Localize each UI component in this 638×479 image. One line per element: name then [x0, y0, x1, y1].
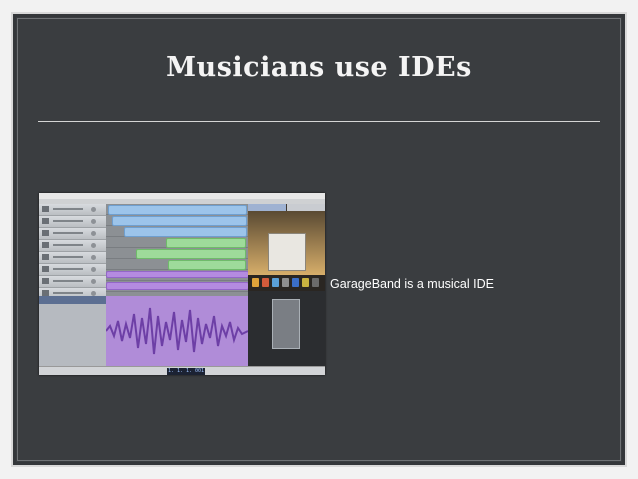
track-header	[39, 228, 106, 240]
track-headers	[39, 204, 106, 300]
amplifier-icon	[268, 233, 306, 271]
effects-rack	[248, 291, 325, 366]
instrument-icon	[42, 278, 49, 284]
panel-tab	[248, 204, 286, 211]
track-header	[39, 252, 106, 264]
track-header	[39, 216, 106, 228]
editor-controls	[39, 296, 106, 366]
track-header	[39, 264, 106, 276]
waveform-display	[105, 296, 249, 366]
track-editor	[39, 296, 249, 366]
audio-region	[108, 205, 247, 215]
instrument-icon	[42, 242, 49, 248]
audio-region	[106, 271, 249, 278]
title-divider	[38, 121, 600, 122]
lcd-display: 1. 1. 1. 001	[167, 368, 205, 375]
instrument-icon	[42, 206, 49, 212]
rack-unit-icon	[272, 299, 300, 349]
midi-region	[136, 249, 246, 259]
audio-region	[112, 216, 247, 226]
slide-caption: GarageBand is a musical IDE	[330, 277, 494, 291]
midi-region	[168, 260, 246, 270]
track-header	[39, 276, 106, 288]
waveform-icon	[105, 307, 249, 355]
instrument-icon	[42, 218, 49, 224]
arrange-timeline	[106, 204, 249, 296]
midi-region	[166, 238, 246, 248]
pedalboard	[248, 275, 325, 291]
instrument-panel	[248, 204, 325, 366]
instrument-icon	[42, 230, 49, 236]
garageband-screenshot: GarageBand	[39, 193, 325, 375]
audio-region	[106, 282, 249, 290]
transport-bar: 1. 1. 1. 001	[39, 366, 325, 375]
audio-region	[124, 227, 247, 237]
track-header	[39, 240, 106, 252]
amp-stage	[248, 211, 325, 275]
panel-tab	[287, 204, 325, 211]
slide-title: Musicians use IDEs	[166, 52, 472, 83]
track-header	[39, 204, 106, 216]
instrument-icon	[42, 254, 49, 260]
instrument-icon	[42, 266, 49, 272]
